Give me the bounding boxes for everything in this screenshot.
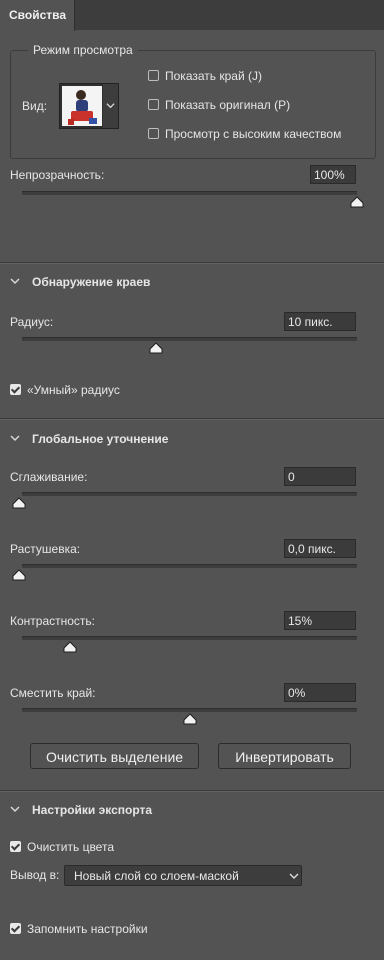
output-select[interactable]: Новый слой со слоем-маской <box>64 865 302 886</box>
edge-detection-title[interactable]: Обнаружение краев <box>32 275 150 289</box>
clear-selection-button[interactable]: Очистить выделение <box>30 743 199 769</box>
export-settings-title[interactable]: Настройки экспорта <box>32 803 152 817</box>
tab-properties-label: Свойства <box>9 8 67 22</box>
section-divider-highlight <box>0 263 384 264</box>
feather-input[interactable]: 0,0 пикс. <box>284 539 356 558</box>
view-thumbnail-image <box>62 86 102 126</box>
shift-edge-slider-knob[interactable] <box>182 713 198 725</box>
contrast-slider-track[interactable] <box>22 636 357 640</box>
smart-radius-label: «Умный» радиус <box>27 383 120 397</box>
smart-radius-checkbox[interactable] <box>10 384 21 395</box>
view-dropdown-button[interactable] <box>103 83 119 129</box>
shift-edge-label: Сместить край: <box>10 686 96 700</box>
decontaminate-checkbox[interactable] <box>10 841 21 852</box>
chevron-down-icon <box>289 873 299 879</box>
shift-edge-input[interactable]: 0% <box>284 683 356 702</box>
opacity-label: Непрозрачность: <box>10 168 105 182</box>
section-divider-highlight <box>0 791 384 792</box>
global-refinement-title[interactable]: Глобальное уточнение <box>32 432 168 446</box>
smooth-slider-knob[interactable] <box>11 497 27 509</box>
feather-slider-knob[interactable] <box>11 569 27 581</box>
smooth-label: Сглаживание: <box>10 470 88 484</box>
high-quality-checkbox[interactable] <box>148 128 159 139</box>
opacity-slider-track[interactable] <box>22 191 357 195</box>
output-select-value: Новый слой со слоем-маской <box>74 869 239 883</box>
opacity-slider-knob[interactable] <box>349 196 365 208</box>
contrast-slider-knob[interactable] <box>62 641 78 653</box>
radius-slider-knob[interactable] <box>148 342 164 354</box>
opacity-input[interactable]: 100% <box>310 165 356 184</box>
invert-button[interactable]: Инвертировать <box>218 743 351 769</box>
export-settings-chevron-icon[interactable] <box>10 804 20 814</box>
shift-edge-slider-track[interactable] <box>22 708 357 712</box>
feather-slider-track[interactable] <box>22 564 357 568</box>
section-divider-highlight <box>0 419 384 420</box>
remember-settings-checkbox[interactable] <box>10 923 21 934</box>
view-thumbnail[interactable] <box>59 83 105 129</box>
tab-properties[interactable]: Свойства <box>0 0 75 31</box>
smooth-input[interactable]: 0 <box>284 467 356 486</box>
radius-input[interactable]: 10 пикс. <box>284 312 356 331</box>
feather-label: Растушевка: <box>10 542 81 556</box>
view-label: Вид: <box>22 99 48 113</box>
high-quality-label: Просмотр с высоким качеством <box>165 127 342 141</box>
output-label: Вывод в: <box>10 868 60 882</box>
contrast-input[interactable]: 15% <box>284 611 356 630</box>
view-mode-title: Режим просмотра <box>28 43 138 57</box>
show-edge-checkbox[interactable] <box>148 70 159 81</box>
edge-detection-chevron-icon[interactable] <box>10 276 20 286</box>
show-original-label: Показать оригинал (P) <box>165 98 291 112</box>
contrast-label: Контрастность: <box>10 614 96 628</box>
show-original-checkbox[interactable] <box>148 99 159 110</box>
remember-settings-label: Запомнить настройки <box>27 922 148 936</box>
radius-label: Радиус: <box>10 315 54 329</box>
radius-slider-track[interactable] <box>22 337 357 341</box>
show-edge-label: Показать край (J) <box>165 69 262 83</box>
smooth-slider-track[interactable] <box>22 492 357 496</box>
global-refinement-chevron-icon[interactable] <box>10 433 20 443</box>
chevron-down-icon <box>106 103 115 109</box>
decontaminate-label: Очистить цвета <box>27 840 114 854</box>
